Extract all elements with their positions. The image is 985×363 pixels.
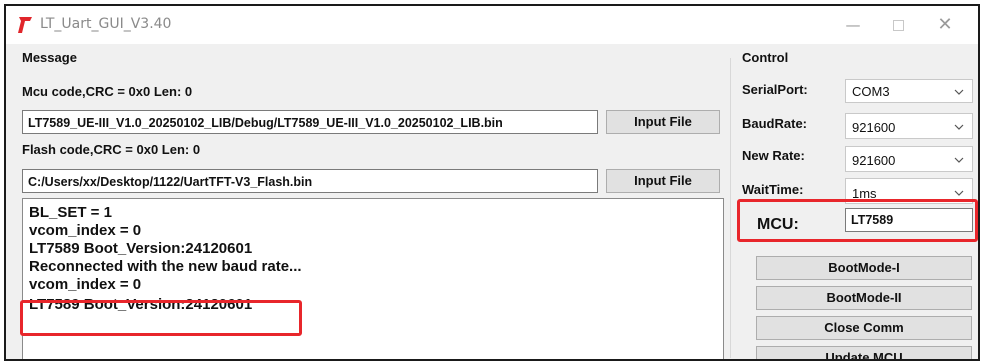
log-line: LT7589 Boot_Version:24120601 [29,240,253,257]
mcu-file-path-field[interactable]: LT7589_UE-III_V1.0_20250102_LIB/Debug/LT… [22,110,598,134]
update-mcu-button[interactable]: Update MCU [756,346,972,359]
chevron-down-icon [954,124,964,130]
window-title: LT_Uart_GUI_V3.40 [40,16,172,32]
minimize-button[interactable]: — [838,13,868,37]
baud-rate-label: BaudRate: [742,116,808,131]
bootmode-ii-button[interactable]: BootMode-II [756,286,972,310]
mcu-highlight [737,199,978,242]
control-divider [730,58,731,358]
baud-rate-select[interactable]: 921600 [845,113,973,139]
flash-file-path-field[interactable]: C:/Users/xx/Desktop/1122/UartTFT-V3_Flas… [22,169,598,193]
log-line: vcom_index = 0 [29,276,142,293]
log-line: Reconnected with the new baud rate... [29,258,302,275]
log-line: vcom_index = 0 [29,222,142,239]
app-window: LT_Uart_GUI_V3.40 — ✕ Message Mcu code,C… [4,4,980,361]
chevron-down-icon [954,157,964,163]
serial-port-value: COM3 [852,84,890,99]
maximize-icon [892,20,904,31]
message-log[interactable]: BL_SET = 1 vcom_index = 0 LT7589 Boot_Ve… [22,198,724,359]
chevron-down-icon [954,89,964,95]
log-line: BL_SET = 1 [29,204,112,221]
boot-version-highlight [20,300,302,336]
close-comm-button[interactable]: Close Comm [756,316,972,340]
mcu-code-label: Mcu code,CRC = 0x0 Len: 0 [22,84,193,99]
baud-rate-value: 921600 [852,120,896,135]
flash-code-label: Flash code,CRC = 0x0 Len: 0 [22,142,201,157]
wait-time-label: WaitTime: [742,182,804,197]
chevron-down-icon [954,190,964,196]
serial-port-select[interactable]: COM3 [845,79,973,103]
flash-input-file-button[interactable]: Input File [606,169,720,193]
control-group-label: Control [742,50,789,65]
title-bar: LT_Uart_GUI_V3.40 — ✕ [6,6,978,44]
serial-port-label: SerialPort: [742,82,808,97]
new-rate-select[interactable]: 921600 [845,146,973,172]
close-button[interactable]: ✕ [930,13,960,37]
message-group-label: Message [22,50,77,65]
app-logo-icon [18,17,32,33]
bootmode-i-button[interactable]: BootMode-I [756,256,972,280]
maximize-button[interactable] [883,13,913,37]
new-rate-label: New Rate: [742,148,805,163]
mcu-input-file-button[interactable]: Input File [606,110,720,134]
new-rate-value: 921600 [852,153,896,168]
